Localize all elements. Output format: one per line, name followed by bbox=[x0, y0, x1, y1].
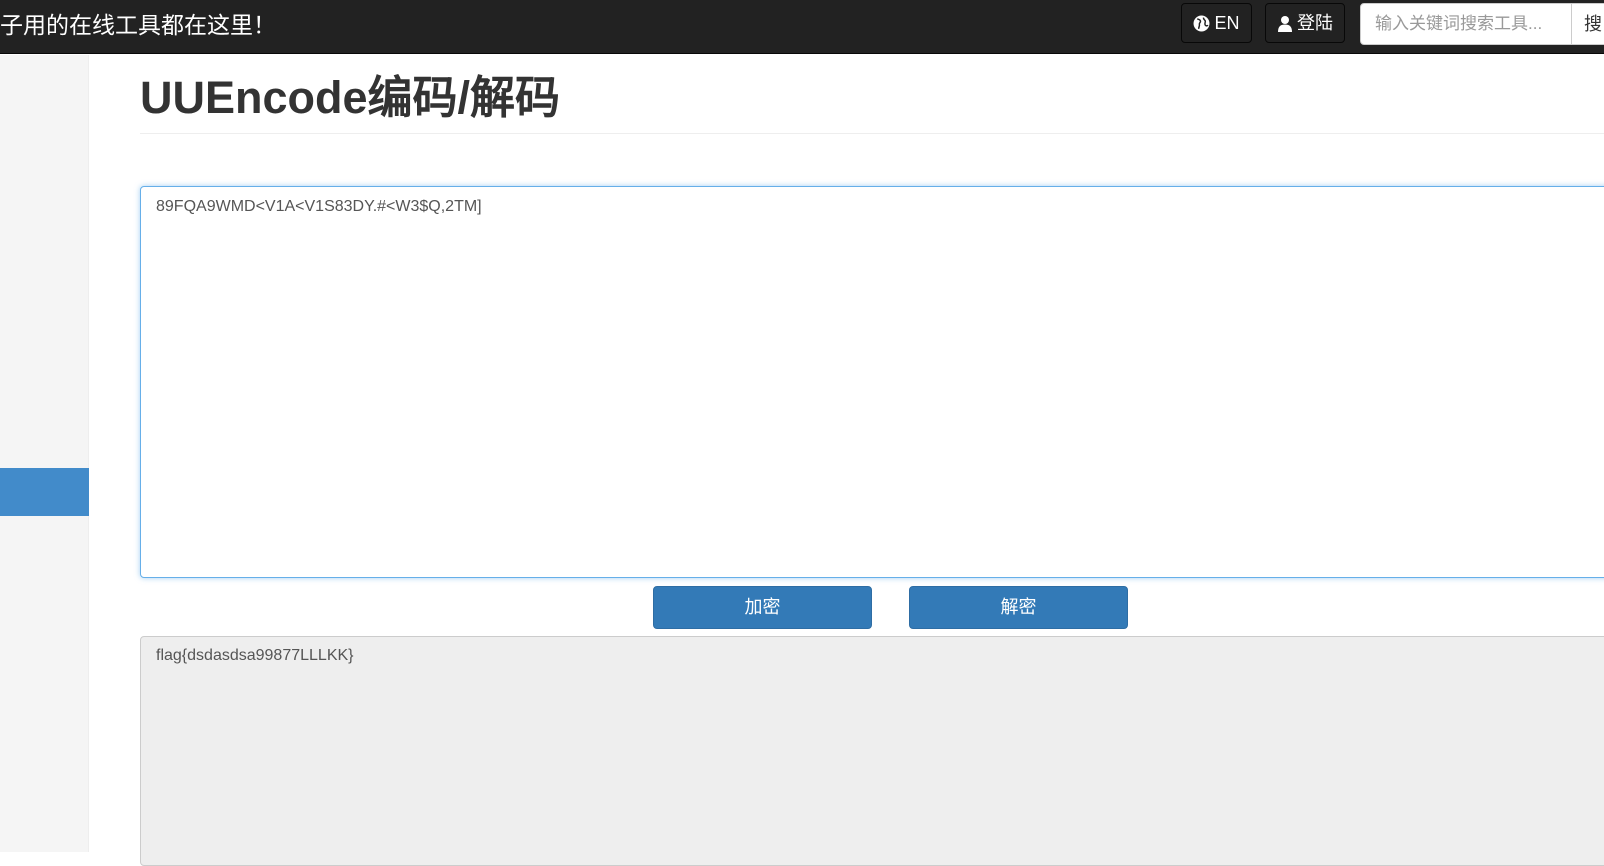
login-button[interactable]: 登陆 bbox=[1265, 3, 1345, 43]
language-label: EN bbox=[1214, 13, 1240, 33]
page-title: UUEncode编码/解码 bbox=[140, 72, 561, 123]
output-textarea[interactable]: flag{dsdasdsa99877LLLKK} bbox=[140, 636, 1604, 866]
login-label: 登陆 bbox=[1297, 13, 1333, 33]
search-button[interactable]: 搜 bbox=[1572, 3, 1604, 45]
user-icon bbox=[1277, 15, 1293, 32]
sidebar bbox=[0, 55, 89, 852]
sidebar-item-active[interactable] bbox=[0, 468, 89, 516]
decrypt-button[interactable]: 解密 bbox=[909, 586, 1128, 629]
globe-icon bbox=[1193, 15, 1210, 32]
language-button[interactable]: EN bbox=[1181, 3, 1252, 43]
encrypt-button[interactable]: 加密 bbox=[653, 586, 872, 629]
title-divider bbox=[140, 133, 1604, 134]
input-textarea[interactable]: 89FQA9WMD<V1A<V1S83DY.#<W3$Q,2TM] bbox=[140, 186, 1604, 578]
site-slogan[interactable]: 子用的在线工具都在这里！ bbox=[0, 9, 276, 41]
search-input[interactable] bbox=[1360, 3, 1572, 45]
top-navbar: 子用的在线工具都在这里！ EN 登陆 搜 bbox=[0, 0, 1604, 54]
